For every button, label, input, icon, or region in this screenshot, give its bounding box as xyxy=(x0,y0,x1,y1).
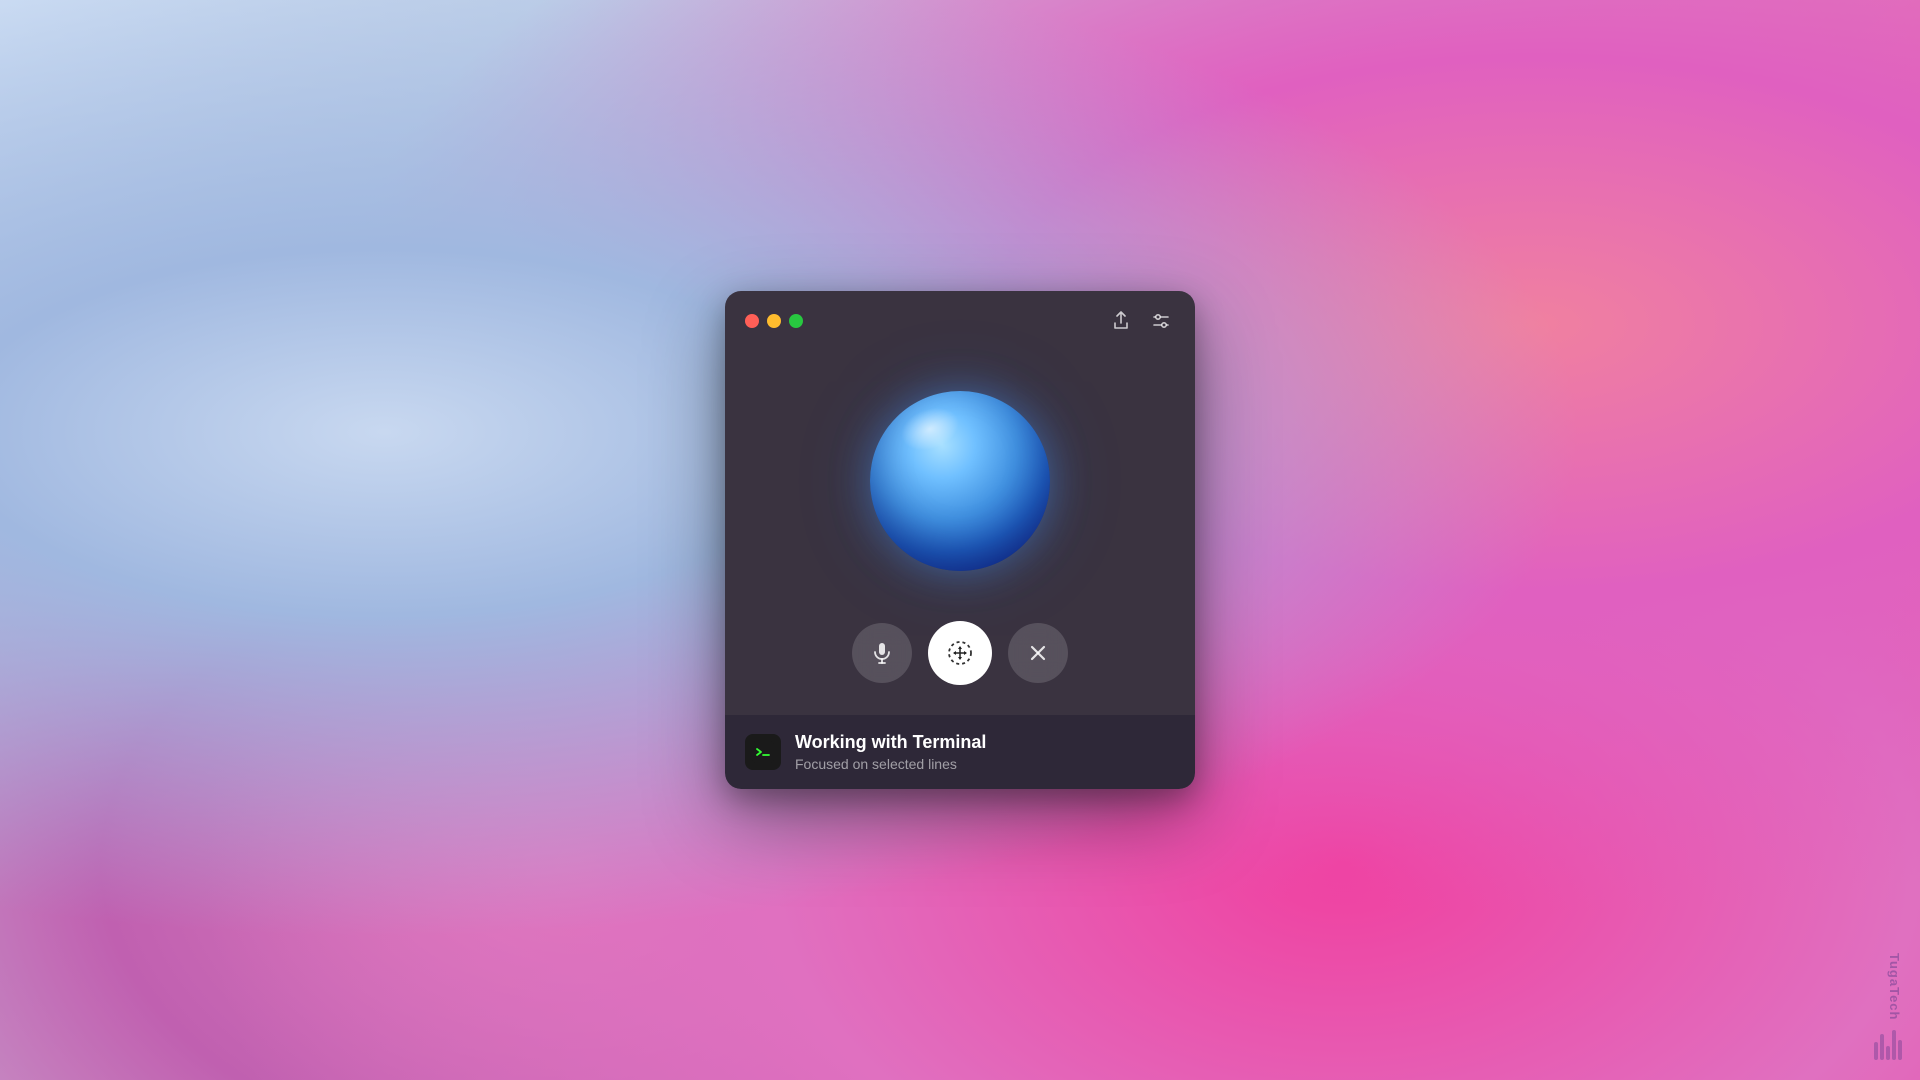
status-text: Working with Terminal Focused on selecte… xyxy=(795,731,986,773)
traffic-lights xyxy=(745,314,803,328)
action-button[interactable] xyxy=(928,621,992,685)
status-title: Working with Terminal xyxy=(795,731,986,754)
titlebar xyxy=(725,291,1195,351)
orb-container xyxy=(870,391,1050,571)
watermark: TugaTech xyxy=(1887,953,1902,1020)
main-window: Working with Terminal Focused on selecte… xyxy=(725,291,1195,789)
status-bar: Working with Terminal Focused on selecte… xyxy=(725,715,1195,789)
share-icon[interactable] xyxy=(1107,307,1135,335)
minimize-button[interactable] xyxy=(767,314,781,328)
controls-row xyxy=(852,621,1068,685)
close-action-button[interactable] xyxy=(1008,623,1068,683)
eq-watermark xyxy=(1874,1030,1902,1060)
content-area xyxy=(725,351,1195,715)
mic-button[interactable] xyxy=(852,623,912,683)
ai-orb xyxy=(870,391,1050,571)
titlebar-actions xyxy=(1107,307,1175,335)
terminal-icon-wrap xyxy=(745,734,781,770)
maximize-button[interactable] xyxy=(789,314,803,328)
close-button[interactable] xyxy=(745,314,759,328)
terminal-icon xyxy=(752,741,774,763)
status-subtitle: Focused on selected lines xyxy=(795,755,986,773)
settings-icon[interactable] xyxy=(1147,307,1175,335)
